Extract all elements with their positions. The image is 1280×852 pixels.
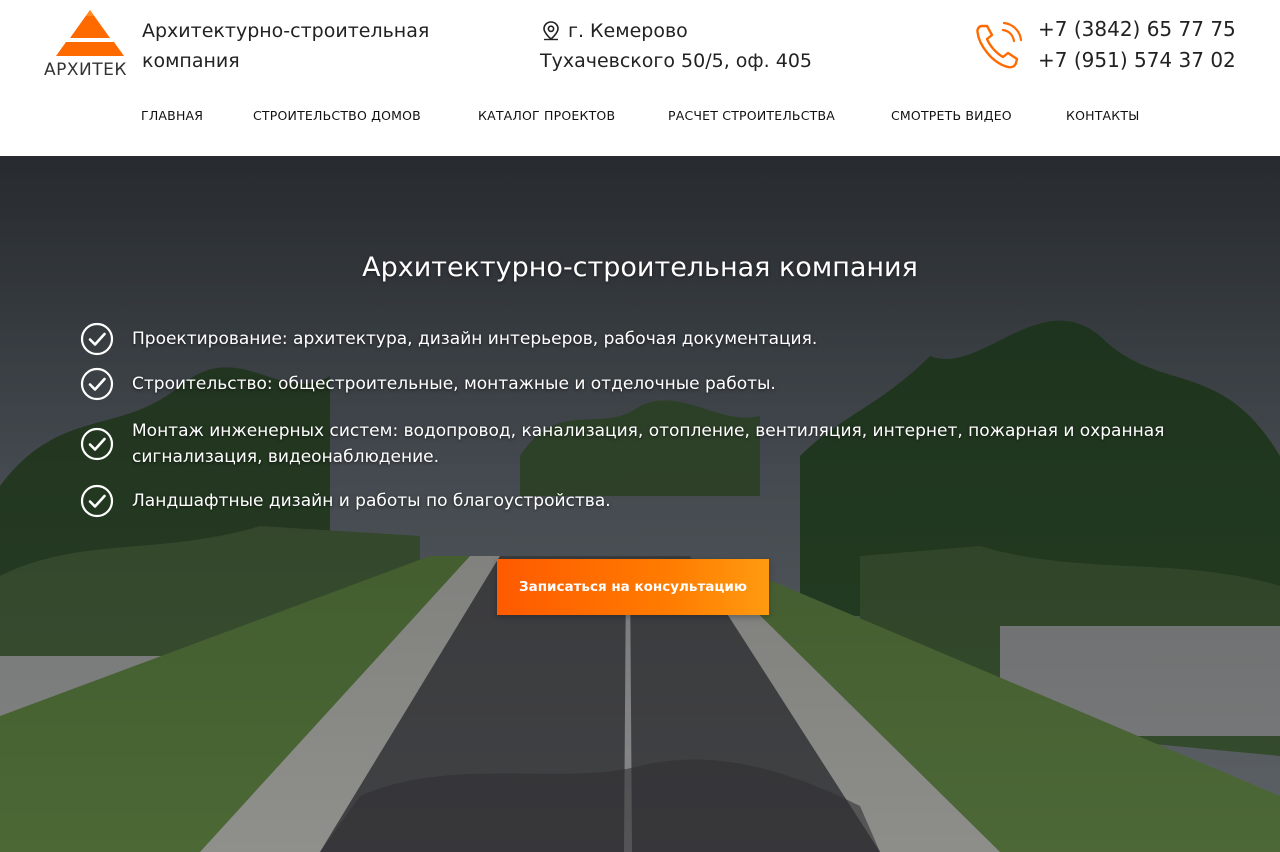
logo-triangle-icon bbox=[56, 10, 124, 56]
hero-section: Архитектурно-строительная компания Проек… bbox=[0, 156, 1280, 852]
feature-item: Проектирование: архитектура, дизайн инте… bbox=[80, 322, 1220, 356]
address-street: Тухачевского 50/5, оф. 405 bbox=[540, 50, 813, 72]
feature-item: Строительство: общестроительные, монтажн… bbox=[80, 367, 1220, 401]
phone-list: +7 (3842) 65 77 75 +7 (951) 574 37 02 bbox=[1038, 14, 1268, 76]
feature-item: Монтаж инженерных систем: водопровод, ка… bbox=[80, 418, 1220, 470]
check-circle-icon bbox=[80, 322, 114, 356]
address: г. Кемерово Тухачевского 50/5, оф. 405 bbox=[540, 16, 840, 76]
check-circle-icon bbox=[80, 427, 114, 461]
hero-title: Архитектурно-строительная компания bbox=[362, 252, 918, 283]
logo[interactable]: АРХИТЕК bbox=[40, 8, 140, 84]
company-name: Архитектурно-строительная компания bbox=[142, 20, 430, 72]
phone-icon bbox=[976, 21, 1023, 69]
nav-item-construction-calc[interactable]: РАСЧЕТ СТРОИТЕЛЬСТВА bbox=[668, 108, 835, 123]
feature-text: Проектирование: архитектура, дизайн инте… bbox=[132, 329, 818, 349]
phone-link-1[interactable]: +7 (3842) 65 77 75 bbox=[1038, 14, 1268, 45]
phone-link-2[interactable]: +7 (951) 574 37 02 bbox=[1038, 45, 1268, 76]
nav-item-home[interactable]: ГЛАВНАЯ bbox=[141, 108, 203, 123]
feature-item: Ландшафтные дизайн и работы по благоустр… bbox=[80, 484, 1220, 518]
feature-text: Строительство: общестроительные, монтажн… bbox=[132, 374, 776, 394]
feature-text: Монтаж инженерных систем: водопровод, ка… bbox=[132, 421, 1165, 467]
nav-item-project-catalog[interactable]: КАТАЛОГ ПРОЕКТОВ bbox=[478, 108, 615, 123]
nav-item-house-construction[interactable]: СТРОИТЕЛЬСТВО ДОМОВ bbox=[253, 108, 421, 123]
main-nav: ГЛАВНАЯ СТРОИТЕЛЬСТВО ДОМОВ КАТАЛОГ ПРОЕ… bbox=[0, 108, 1280, 130]
consultation-button[interactable]: Записаться на консультацию bbox=[497, 559, 769, 615]
nav-item-contacts[interactable]: КОНТАКТЫ bbox=[1066, 108, 1139, 123]
check-circle-icon bbox=[80, 484, 114, 518]
site-header: АРХИТЕК Архитектурно-строительная компан… bbox=[0, 0, 1280, 156]
map-pin-icon bbox=[543, 21, 559, 41]
logo-text: АРХИТЕК bbox=[44, 60, 127, 80]
feature-text: Ландшафтные дизайн и работы по благоустр… bbox=[132, 491, 611, 511]
nav-item-watch-video[interactable]: СМОТРЕТЬ ВИДЕО bbox=[891, 108, 1012, 123]
address-city: г. Кемерово bbox=[568, 20, 688, 42]
check-circle-icon bbox=[80, 367, 114, 401]
